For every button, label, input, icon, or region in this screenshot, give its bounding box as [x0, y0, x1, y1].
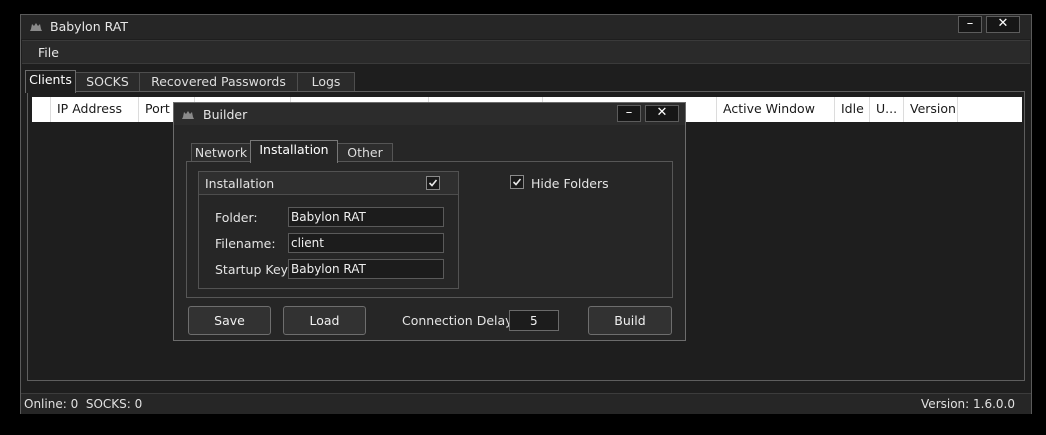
connection-delay-input[interactable]	[509, 310, 559, 331]
folder-input[interactable]	[288, 207, 444, 227]
minimize-button[interactable]: –	[958, 16, 982, 33]
menu-bar: File	[22, 40, 1030, 64]
checkmark-icon	[428, 179, 438, 187]
checkmark-icon	[512, 178, 522, 186]
hide-folders-label: Hide Folders	[531, 176, 609, 191]
filename-input[interactable]	[288, 233, 444, 253]
load-button[interactable]: Load	[283, 306, 366, 335]
folder-label: Folder:	[215, 210, 258, 225]
installation-group: Installation Folder: Filename: Startup K…	[198, 171, 459, 289]
builder-minimize-button[interactable]: –	[617, 105, 641, 122]
builder-title: Builder	[203, 107, 248, 122]
save-button[interactable]: Save	[188, 306, 271, 335]
column-header-user[interactable]: U...	[870, 97, 904, 122]
builder-tab-installation[interactable]: Installation	[250, 140, 338, 163]
builder-title-bar[interactable]: Builder – ✕	[174, 103, 685, 125]
startup-key-input[interactable]	[288, 259, 444, 279]
builder-tab-network[interactable]: Network	[191, 143, 251, 162]
installation-group-header: Installation	[199, 172, 458, 195]
hide-folders-checkbox[interactable]	[510, 175, 524, 189]
app-title: Babylon RAT	[50, 19, 128, 34]
column-header-idle[interactable]: Idle	[835, 97, 870, 122]
hat-icon	[30, 23, 42, 31]
column-header-ip-address[interactable]: IP Address	[51, 97, 139, 122]
status-version: Version: 1.6.0.0	[921, 397, 1015, 411]
menu-file[interactable]: File	[38, 45, 59, 60]
column-header-version[interactable]: Version	[904, 97, 958, 122]
filename-label: Filename:	[215, 236, 276, 251]
builder-dialog: Builder – ✕ Network Installation Other I…	[173, 102, 686, 341]
hat-icon	[182, 111, 194, 119]
column-header-active-window[interactable]: Active Window	[717, 97, 835, 122]
builder-installation-panel: Installation Folder: Filename: Startup K…	[186, 161, 673, 298]
builder-close-button[interactable]: ✕	[645, 105, 679, 122]
tab-clients[interactable]: Clients	[25, 70, 76, 93]
title-bar[interactable]: Babylon RAT – ✕	[21, 15, 1031, 39]
builder-tab-other[interactable]: Other	[337, 143, 393, 162]
installation-group-label: Installation	[205, 176, 275, 191]
status-online-count: Online: 0 SOCKS: 0	[24, 397, 143, 411]
column-header-select[interactable]	[32, 97, 51, 122]
installation-enabled-checkbox[interactable]	[426, 176, 440, 190]
close-button[interactable]: ✕	[986, 16, 1020, 33]
startup-key-label: Startup Key:	[215, 262, 292, 277]
status-bar: Online: 0 SOCKS: 0 Version: 1.6.0.0	[21, 393, 1031, 414]
build-button[interactable]: Build	[588, 306, 672, 335]
connection-delay-label: Connection Delay:	[402, 313, 516, 328]
tab-logs[interactable]: Logs	[297, 72, 355, 92]
tab-recovered-passwords[interactable]: Recovered Passwords	[139, 72, 298, 92]
tab-socks[interactable]: SOCKS	[75, 72, 140, 92]
